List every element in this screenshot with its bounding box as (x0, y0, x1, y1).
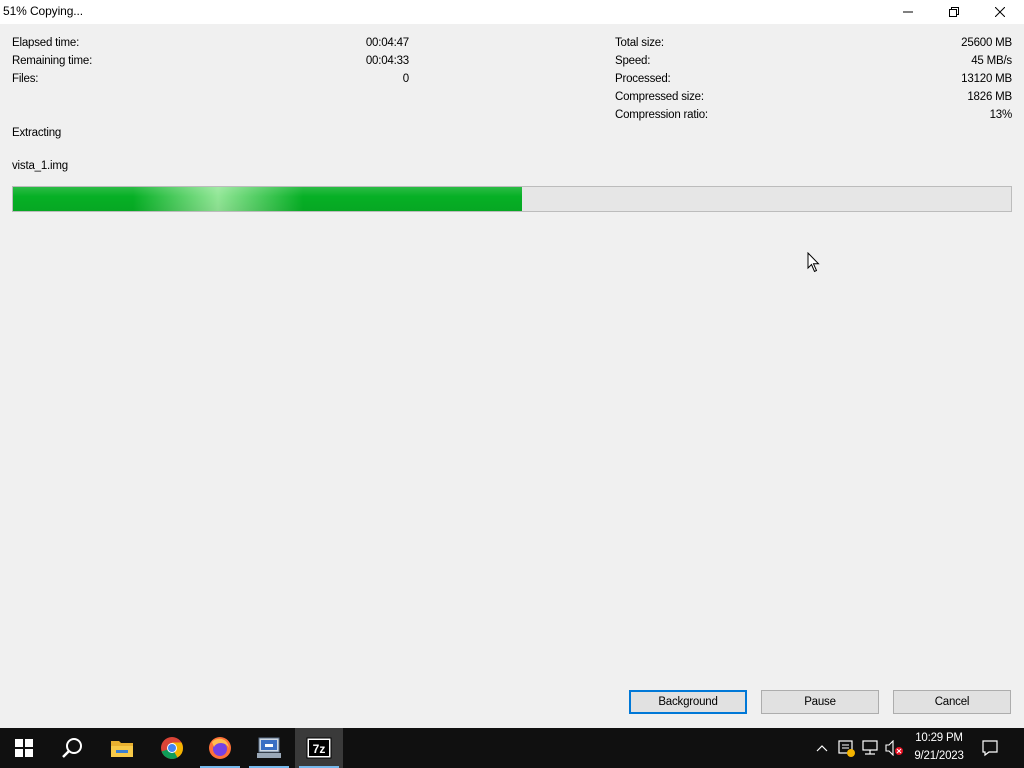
minimize-button[interactable] (885, 0, 931, 24)
minimize-icon (903, 11, 913, 13)
compressed-size-value: 1826 MB (967, 91, 1012, 103)
chrome-button[interactable] (148, 728, 196, 768)
7zip-icon: 7z (306, 737, 332, 759)
pause-button[interactable]: Pause (761, 690, 879, 714)
taskbar: 7z (0, 728, 1024, 768)
windows-logo-icon (15, 739, 33, 757)
close-icon (995, 7, 1005, 17)
tray-app-warning-icon (838, 740, 855, 757)
elapsed-time-value: 00:04:47 (365, 37, 409, 49)
network-app-icon (257, 737, 281, 758)
remaining-time-label: Remaining time: (12, 55, 93, 67)
restore-icon (949, 7, 959, 17)
clock-date[interactable]: 9/21/2023 (904, 750, 974, 762)
remaining-time-value: 00:04:33 (365, 55, 409, 67)
file-explorer-button[interactable] (98, 728, 146, 768)
network-app-button[interactable] (245, 728, 293, 768)
start-button[interactable] (0, 728, 48, 768)
total-size-label: Total size: (615, 37, 664, 49)
search-icon (62, 738, 82, 758)
mouse-pointer-icon (807, 252, 820, 273)
window-title: 51% Copying... (3, 4, 83, 18)
processed-label: Processed: (615, 73, 671, 85)
svg-text:7z: 7z (313, 742, 326, 756)
elapsed-time-label: Elapsed time: (12, 37, 80, 49)
firefox-button[interactable] (196, 728, 244, 768)
operation-status: Extracting (12, 127, 62, 139)
clock-time[interactable]: 10:29 PM (904, 732, 974, 744)
restore-button[interactable] (931, 0, 977, 24)
title-bar[interactable]: 51% Copying... (0, 0, 1024, 24)
speed-value: 45 MB/s (971, 55, 1012, 67)
close-button[interactable] (977, 0, 1023, 24)
firefox-icon (209, 737, 231, 759)
progress-bar (12, 186, 1012, 212)
speed-label: Speed: (615, 55, 651, 67)
action-center-button[interactable] (980, 738, 1000, 758)
files-label: Files: (12, 73, 39, 85)
network-icon (862, 740, 878, 755)
progress-bar-fill (13, 187, 522, 211)
7zip-button[interactable]: 7z (295, 728, 343, 768)
chrome-icon (161, 737, 183, 759)
network-status-button[interactable] (860, 738, 880, 758)
compression-ratio-label: Compression ratio: (615, 109, 708, 121)
processed-value: 13120 MB (961, 73, 1012, 85)
current-file-name: vista_1.img (12, 160, 68, 172)
files-value: 0 (402, 73, 409, 85)
total-size-value: 25600 MB (961, 37, 1012, 49)
chevron-up-icon (816, 745, 828, 752)
volume-muted-icon (885, 740, 903, 756)
volume-button[interactable] (884, 738, 904, 758)
copy-progress-window: 51% Copying... Elapsed time: 00:04:47 Re… (0, 0, 1024, 728)
background-button[interactable]: Background (629, 690, 747, 714)
cancel-button[interactable]: Cancel (893, 690, 1011, 714)
compression-ratio-value: 13% (989, 109, 1013, 121)
progress-gloss (13, 187, 522, 211)
search-button[interactable] (48, 728, 96, 768)
tray-app-button[interactable] (836, 738, 856, 758)
show-hidden-icons-button[interactable] (812, 738, 832, 758)
compressed-size-label: Compressed size: (615, 91, 704, 103)
file-explorer-icon (111, 741, 133, 757)
notification-icon (982, 740, 998, 757)
